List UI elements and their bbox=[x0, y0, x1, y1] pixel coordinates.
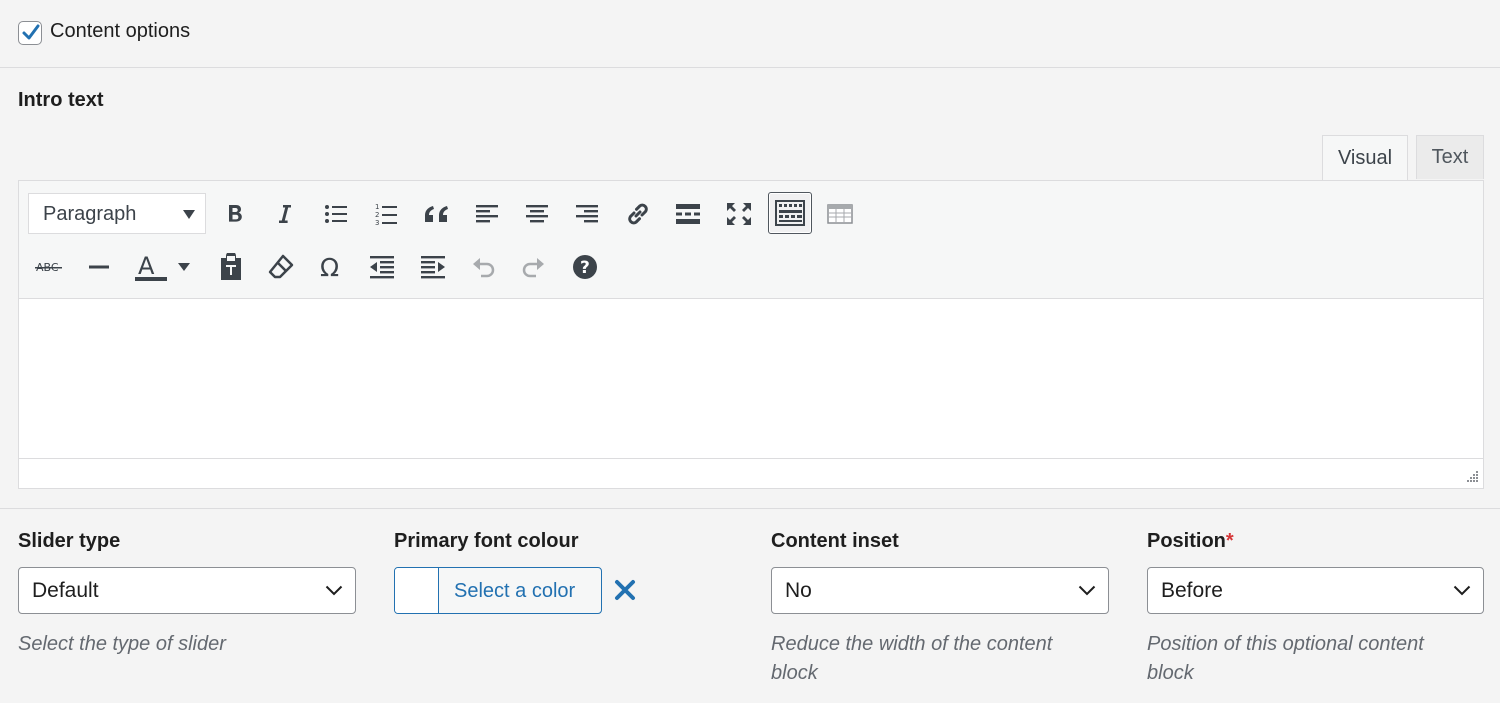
redo-button[interactable] bbox=[514, 247, 554, 287]
paste-text-button[interactable] bbox=[211, 247, 251, 287]
editor-statusbar bbox=[19, 458, 1483, 488]
italic-icon bbox=[279, 205, 291, 223]
editor-content-area[interactable] bbox=[19, 301, 1483, 458]
svg-text:A: A bbox=[138, 252, 155, 280]
intro-text-label: Intro text bbox=[18, 89, 104, 111]
horizontal-line-button[interactable] bbox=[79, 247, 119, 287]
svg-text:3: 3 bbox=[375, 219, 379, 226]
bullet-list-button[interactable] bbox=[316, 194, 356, 234]
read-more-icon bbox=[676, 204, 700, 224]
content-options-checkbox[interactable] bbox=[18, 21, 42, 45]
position-description-line1: Position of this optional content bbox=[1147, 633, 1424, 655]
checkmark-icon bbox=[22, 24, 40, 40]
fullscreen-icon bbox=[727, 203, 751, 225]
indent-icon bbox=[421, 256, 445, 279]
chevron-down-icon bbox=[325, 585, 343, 596]
link-button[interactable] bbox=[618, 194, 658, 234]
toolbar-toggle-icon bbox=[775, 200, 805, 226]
clear-formatting-icon bbox=[268, 254, 294, 279]
position-description-line2: block bbox=[1147, 662, 1194, 684]
read-more-button[interactable] bbox=[668, 194, 708, 234]
content-inset-description-line1: Reduce the width of the content bbox=[771, 633, 1053, 655]
content-inset-select[interactable]: No bbox=[771, 567, 1109, 614]
content-inset-value: No bbox=[785, 579, 812, 602]
link-icon bbox=[628, 203, 648, 225]
outdent-button[interactable] bbox=[362, 247, 402, 287]
blockquote-button[interactable] bbox=[416, 194, 456, 234]
section-divider bbox=[0, 508, 1500, 509]
tab-text[interactable]: Text bbox=[1416, 135, 1484, 179]
position-select[interactable]: Before bbox=[1147, 567, 1484, 614]
caret-down-icon bbox=[178, 263, 190, 271]
svg-text:1: 1 bbox=[375, 203, 379, 211]
special-character-icon: Ω bbox=[320, 254, 339, 280]
select-color-label: Select a color bbox=[454, 580, 576, 602]
svg-text:Ω: Ω bbox=[320, 254, 339, 280]
table-button[interactable] bbox=[820, 194, 860, 234]
blockquote-icon bbox=[425, 206, 448, 222]
chevron-down-icon bbox=[1078, 585, 1096, 596]
fullscreen-button[interactable] bbox=[719, 194, 759, 234]
align-center-icon bbox=[526, 205, 548, 223]
undo-button[interactable] bbox=[463, 247, 503, 287]
clear-color-icon[interactable] bbox=[614, 579, 636, 601]
primary-font-colour-label: Primary font colour bbox=[394, 530, 579, 552]
text-color-button[interactable]: A bbox=[129, 247, 169, 287]
numbered-list-icon: 123 bbox=[375, 203, 397, 226]
help-icon: ? bbox=[573, 255, 597, 279]
position-description: Position of this optional content block bbox=[1147, 630, 1424, 688]
tab-visual[interactable]: Visual bbox=[1322, 135, 1408, 181]
strikethrough-icon: ABC bbox=[35, 261, 62, 274]
slider-type-description: Select the type of slider bbox=[18, 633, 226, 655]
slider-type-value: Default bbox=[32, 579, 99, 602]
italic-button[interactable] bbox=[265, 194, 305, 234]
slider-type-label: Slider type bbox=[18, 530, 121, 552]
strikethrough-button[interactable]: ABC bbox=[29, 247, 69, 287]
align-left-button[interactable] bbox=[467, 194, 507, 234]
outdent-icon bbox=[370, 256, 394, 279]
editor-toolbar: Paragraph 123 ABC A Ω ? bbox=[19, 181, 1483, 299]
content-inset-description-line2: block bbox=[771, 662, 818, 684]
svg-text:2: 2 bbox=[375, 211, 379, 219]
position-value: Before bbox=[1161, 579, 1223, 602]
horizontal-line-icon bbox=[89, 265, 109, 269]
bullet-list-icon bbox=[325, 205, 347, 223]
text-color-icon: A bbox=[135, 252, 167, 281]
bold-button[interactable] bbox=[215, 194, 255, 234]
intro-text-editor: Paragraph 123 ABC A Ω ? bbox=[18, 180, 1484, 489]
align-right-icon bbox=[576, 205, 598, 223]
content-options-row: Content options bbox=[0, 0, 1500, 68]
format-select[interactable]: Paragraph bbox=[28, 193, 206, 234]
numbered-list-button[interactable]: 123 bbox=[366, 194, 406, 234]
slider-type-select[interactable]: Default bbox=[18, 567, 356, 614]
required-marker: * bbox=[1225, 530, 1234, 552]
bold-icon bbox=[229, 205, 242, 222]
svg-text:?: ? bbox=[580, 258, 590, 278]
select-color-button[interactable]: Select a color bbox=[394, 567, 602, 614]
chevron-down-icon bbox=[1453, 585, 1471, 596]
align-right-button[interactable] bbox=[567, 194, 607, 234]
align-left-icon bbox=[476, 205, 498, 223]
position-label: Position* bbox=[1147, 530, 1234, 553]
help-button[interactable]: ? bbox=[565, 247, 605, 287]
content-inset-description: Reduce the width of the content block bbox=[771, 630, 1052, 688]
resize-grip-icon[interactable] bbox=[1465, 470, 1479, 484]
caret-down-icon bbox=[183, 210, 195, 219]
position-label-text: Position bbox=[1147, 530, 1226, 552]
text-color-dropdown[interactable] bbox=[169, 247, 199, 287]
redo-icon bbox=[522, 258, 544, 278]
format-select-value: Paragraph bbox=[43, 203, 137, 225]
paste-text-icon bbox=[221, 253, 241, 280]
special-character-button[interactable]: Ω bbox=[311, 247, 351, 287]
toolbar-toggle-button[interactable] bbox=[768, 192, 812, 234]
table-icon bbox=[827, 204, 853, 224]
clear-formatting-button[interactable] bbox=[261, 247, 301, 287]
color-swatch bbox=[395, 568, 439, 613]
indent-button[interactable] bbox=[413, 247, 453, 287]
undo-icon bbox=[473, 258, 495, 278]
content-options-label[interactable]: Content options bbox=[50, 20, 190, 43]
content-inset-label: Content inset bbox=[771, 530, 899, 552]
align-center-button[interactable] bbox=[517, 194, 557, 234]
